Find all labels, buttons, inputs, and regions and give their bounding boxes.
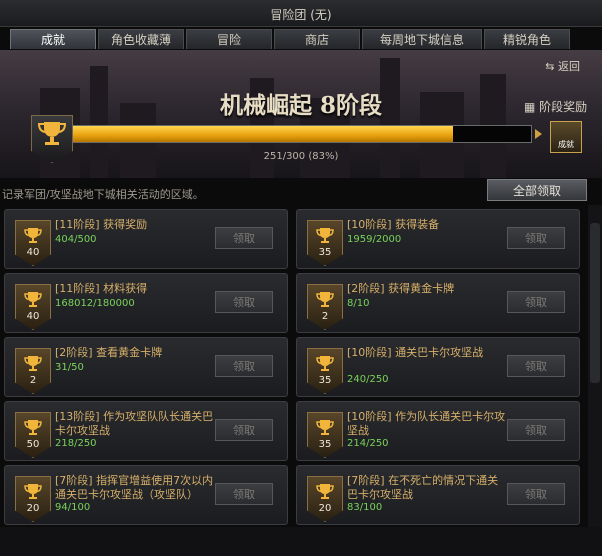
- back-label: 返回: [558, 60, 580, 73]
- achievement-level: 35: [318, 375, 332, 386]
- achievement-badge: 50: [15, 412, 51, 458]
- achievement-title: [7阶段] 指挥官增益使用7次以内通关巴卡尔攻坚战（攻坚队）: [55, 474, 214, 501]
- achievement-progress: 214/250: [347, 438, 389, 449]
- stage-reward-button[interactable]: ▦ 阶段奖励: [524, 98, 587, 115]
- achievement-level: 35: [318, 247, 332, 258]
- claim-button[interactable]: 领取: [507, 419, 565, 441]
- window-title: 冒险团 (无): [270, 8, 332, 22]
- gift-icon: ▦: [524, 100, 536, 114]
- achievement-progress: 404/500: [55, 234, 97, 245]
- claim-button[interactable]: 领取: [215, 419, 273, 441]
- stage-progress-text: 251/300 (83%): [263, 151, 339, 162]
- achievement-level: 20: [26, 503, 40, 514]
- claim-button[interactable]: 领取: [215, 227, 273, 249]
- achievement-chest-icon[interactable]: 成就: [550, 121, 582, 153]
- achievement-card: 20 [7阶段] 指挥官增益使用7次以内通关巴卡尔攻坚战（攻坚队） 94/100 领取: [4, 465, 288, 525]
- achievement-card: 35 [10阶段] 获得装备 1959/2000 领取: [296, 209, 580, 269]
- scroll-thumb[interactable]: [590, 223, 600, 383]
- tab-elite-characters[interactable]: 精锐角色: [484, 29, 570, 49]
- achievement-progress: 94/100: [55, 502, 91, 513]
- area-description: 记录军团/攻坚战地下城相关活动的区域。: [2, 188, 204, 201]
- achievement-card: 35 [10阶段] 通关巴卡尔攻坚战 240/250 领取: [296, 337, 580, 397]
- achievement-card: 35 [10阶段] 作为队长通关巴卡尔攻坚战 214/250 领取: [296, 401, 580, 461]
- scrollbar[interactable]: [588, 205, 602, 527]
- achievement-badge: 2: [15, 348, 51, 394]
- achievement-title: [10阶段] 作为队长通关巴卡尔攻坚战: [347, 410, 506, 437]
- achievement-badge: 2: [307, 284, 343, 330]
- tab-character-collection[interactable]: 角色收藏薄: [98, 29, 184, 49]
- achievement-progress: 168012/180000: [55, 298, 135, 309]
- achievement-badge: 40: [15, 284, 51, 330]
- claim-button[interactable]: 领取: [215, 483, 273, 505]
- stage-reward-label: 阶段奖励: [539, 100, 588, 114]
- chest-label: 成就: [558, 140, 574, 149]
- back-button[interactable]: ⇆ 返回: [545, 58, 580, 74]
- achievement-level: 35: [318, 439, 332, 450]
- claim-button[interactable]: 领取: [507, 291, 565, 313]
- achievement-badge: 40: [15, 220, 51, 266]
- achievement-card: 2 [2阶段] 获得黄金卡牌 8/10 领取: [296, 273, 580, 333]
- achievement-title: [7阶段] 在不死亡的情况下通关巴卡尔攻坚战: [347, 474, 499, 501]
- achievement-card: 2 [2阶段] 查看黄金卡牌 31/50 领取: [4, 337, 288, 397]
- claim-button[interactable]: 领取: [215, 291, 273, 313]
- tab-shop[interactable]: 商店: [274, 29, 360, 49]
- achievement-title: [11阶段] 材料获得: [55, 282, 148, 295]
- achievement-title: [13阶段] 作为攻坚队队长通关巴卡尔攻坚战: [55, 410, 214, 437]
- achievement-title: [10阶段] 通关巴卡尔攻坚战: [347, 346, 484, 359]
- stage-progress-fill: [73, 126, 454, 142]
- achievement-title: [10阶段] 获得装备: [347, 218, 440, 231]
- achievement-progress: 1959/2000: [347, 234, 402, 245]
- arrow-right-icon: [535, 129, 542, 139]
- stage-title: 机械崛起 8阶段: [219, 92, 382, 119]
- claim-all-button[interactable]: 全部领取: [487, 179, 587, 201]
- achievement-level: 40: [26, 247, 40, 258]
- achievement-title: [2阶段] 获得黄金卡牌: [347, 282, 455, 295]
- achievement-level: 50: [26, 439, 40, 450]
- claim-button[interactable]: 领取: [507, 227, 565, 249]
- achievement-card: 20 [7阶段] 在不死亡的情况下通关巴卡尔攻坚战 83/100 领取: [296, 465, 580, 525]
- achievement-title: [11阶段] 获得奖励: [55, 218, 148, 231]
- achievement-progress: 31/50: [55, 362, 84, 373]
- achievement-level: 2: [321, 311, 329, 322]
- claim-button[interactable]: 领取: [507, 483, 565, 505]
- achievement-progress: 218/250: [55, 438, 97, 449]
- achievement-badge: 35: [307, 348, 343, 394]
- back-icon: ⇆: [545, 60, 555, 73]
- achievement-card: 40 [11阶段] 材料获得 168012/180000 领取: [4, 273, 288, 333]
- achievement-card: 50 [13阶段] 作为攻坚队队长通关巴卡尔攻坚战 218/250 领取: [4, 401, 288, 461]
- claim-button[interactable]: 领取: [215, 355, 273, 377]
- achievement-progress: 8/10: [347, 298, 370, 309]
- claim-button[interactable]: 领取: [507, 355, 565, 377]
- achievement-badge: 20: [307, 476, 343, 522]
- achievement-progress: 240/250: [347, 374, 389, 385]
- tab-weekly-dungeon-info[interactable]: 每周地下城信息: [362, 29, 482, 49]
- achievement-card: 40 [11阶段] 获得奖励 404/500 领取: [4, 209, 288, 269]
- achievement-level: 2: [29, 375, 37, 386]
- tab-achievements[interactable]: 成就: [10, 29, 96, 49]
- stage-progress-bar: [72, 125, 532, 143]
- achievement-badge: 20: [15, 476, 51, 522]
- tab-adventure[interactable]: 冒险: [186, 29, 272, 49]
- achievement-level: 20: [318, 503, 332, 514]
- achievement-badge: 35: [307, 412, 343, 458]
- achievement-title: [2阶段] 查看黄金卡牌: [55, 346, 163, 359]
- achievement-badge: 35: [307, 220, 343, 266]
- bottom-bar: [0, 527, 602, 556]
- achievement-list: 40 [11阶段] 获得奖励 404/500 领取 35 [10阶段] 获得装备 1959/…: [0, 205, 588, 527]
- achievement-level: 40: [26, 311, 40, 322]
- achievement-progress: 83/100: [347, 502, 383, 513]
- title-bar: 冒险团 (无): [0, 0, 602, 27]
